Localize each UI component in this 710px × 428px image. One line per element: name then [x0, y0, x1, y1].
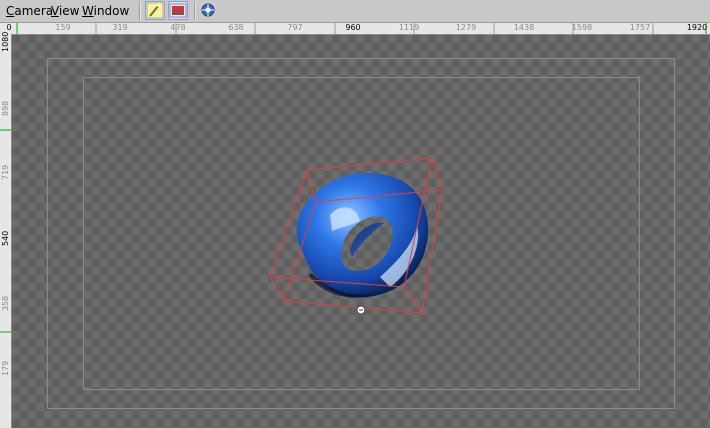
ruler-label: 1279 [455, 23, 477, 32]
snap-icon [201, 3, 215, 17]
ruler-label: 358 [1, 295, 10, 311]
ruler-label: 898 [1, 100, 10, 116]
ruler-label: 797 [287, 23, 303, 32]
pivot-handle[interactable] [356, 305, 366, 315]
ruler-label: 179 [1, 360, 10, 376]
horizontal-ruler[interactable]: 0 159 319 478 638 797 960 1119 1279 1438… [0, 23, 710, 35]
ruler-label: 719 [1, 164, 10, 180]
menu-view[interactable]: View [51, 4, 79, 18]
scene-view [269, 157, 443, 315]
toolbar-separator [139, 2, 141, 20]
torus-object[interactable] [296, 172, 429, 298]
render-view-button[interactable] [168, 1, 188, 20]
ruler-label: 540 [1, 230, 10, 246]
viewport-canvas[interactable] [12, 35, 710, 428]
render-icon [169, 3, 187, 18]
ruler-label: 1598 [571, 23, 593, 32]
menu-window[interactable]: Window [82, 4, 129, 18]
wand-tool-button[interactable] [145, 1, 165, 20]
menu-camera[interactable]: Camera [6, 4, 53, 18]
ruler-label: 1757 [629, 23, 651, 32]
ruler-label: 159 [55, 23, 71, 32]
ruler-label: 638 [228, 23, 244, 32]
ruler-label: 1920 [686, 23, 708, 32]
ruler-label: 960 [345, 23, 361, 32]
ruler-label: 478 [170, 23, 186, 32]
vertical-ruler[interactable]: 1080 898 719 540 358 179 [0, 31, 12, 428]
ruler-label: 1438 [513, 23, 535, 32]
ruler-label: 1119 [398, 23, 420, 32]
ruler-label: 1080 [1, 31, 10, 52]
menu-bar: Camera View Window [0, 0, 710, 23]
toolbar-separator [194, 2, 196, 20]
wand-icon [146, 2, 164, 19]
ruler-label: 319 [112, 23, 128, 32]
snap-button[interactable] [199, 1, 219, 20]
